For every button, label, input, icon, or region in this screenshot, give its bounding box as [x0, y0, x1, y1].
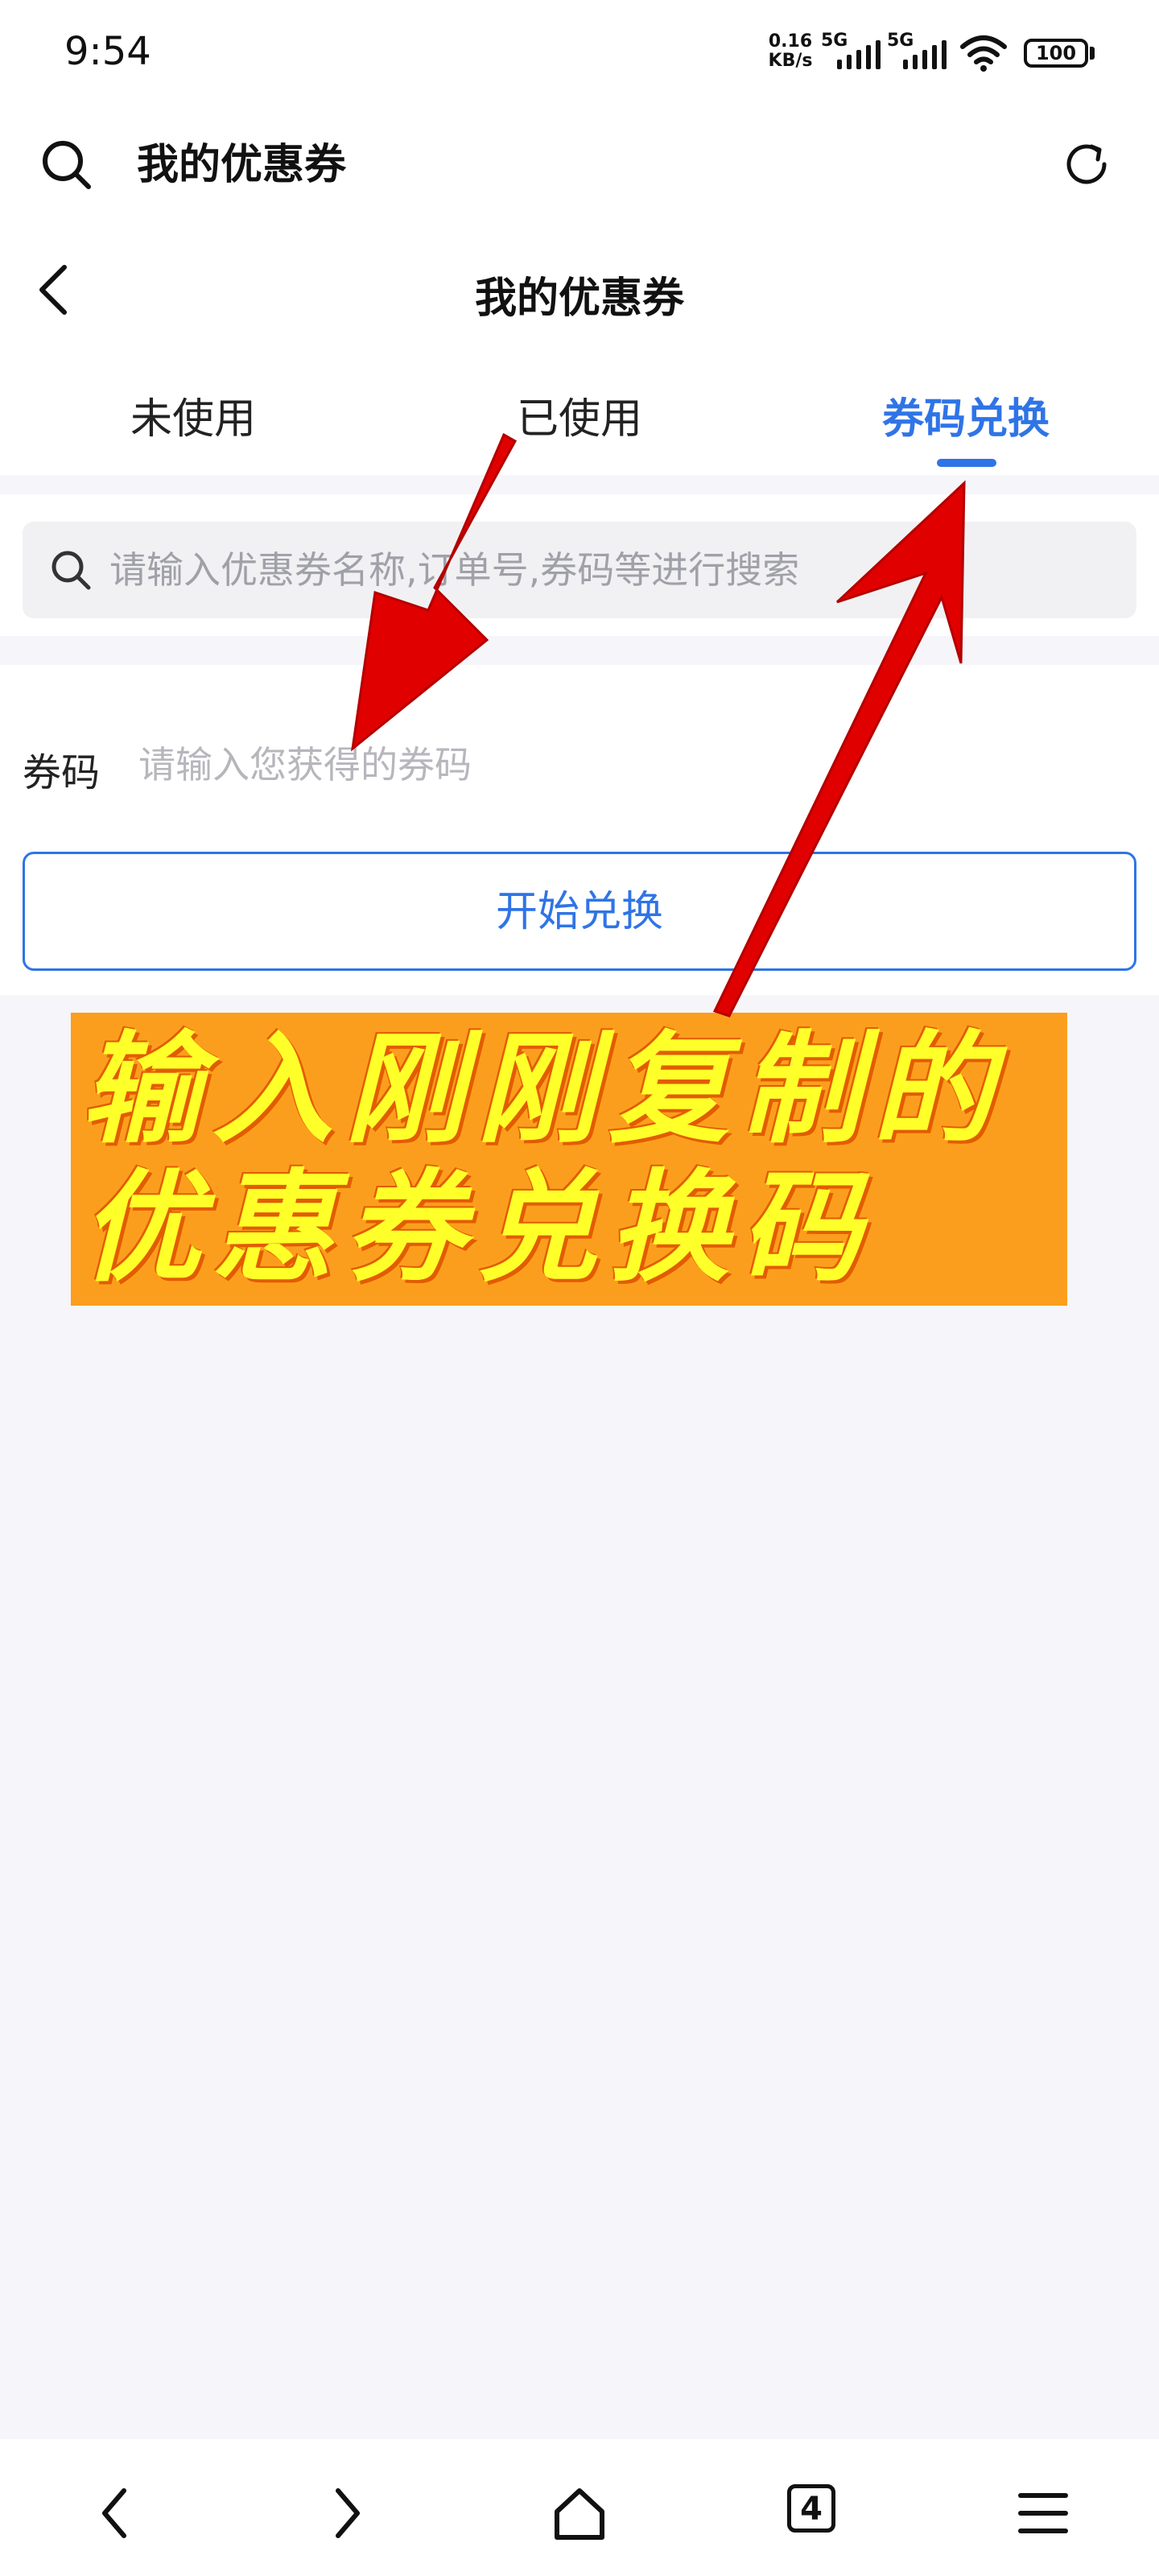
coupon-code-input[interactable]	[138, 733, 943, 797]
code-field-label: 券码	[23, 750, 101, 795]
tab-redeem-code[interactable]: 券码兑换	[853, 385, 1079, 445]
search-icon	[52, 551, 91, 590]
forward-icon[interactable]	[306, 2471, 386, 2552]
search-placeholder: 请输入优惠券名称,订单号,券码等进行搜索	[109, 548, 800, 592]
tab-unused[interactable]: 未使用	[97, 385, 290, 445]
network-speed-value: 0.16	[768, 31, 813, 52]
signal-icon: 5G	[821, 31, 882, 69]
start-redeem-button[interactable]: 开始兑换	[23, 852, 1136, 971]
tab-used[interactable]: 已使用	[483, 385, 676, 445]
page-title: 我的优惠券	[474, 275, 684, 323]
sim2-label: 5G	[887, 31, 914, 51]
refresh-icon[interactable]	[1059, 137, 1116, 193]
network-speed-unit: KB/s	[768, 51, 813, 71]
section-divider	[0, 475, 1159, 494]
battery-tip	[1090, 47, 1095, 60]
back-icon[interactable]	[76, 2471, 156, 2552]
annotation-line-1: 输入刚刚复制的	[80, 1018, 1005, 1160]
search-icon[interactable]	[39, 137, 95, 193]
network-speed: 0.16 KB/s	[765, 32, 816, 71]
wifi-icon	[960, 35, 1007, 72]
browser-page-title[interactable]: 我的优惠券	[137, 137, 346, 193]
sim1-label: 5G	[821, 31, 848, 51]
battery-indicator: 100	[1024, 39, 1088, 68]
annotation-line-2: 优惠券兑换码	[80, 1157, 873, 1298]
signal-icon-2: 5G	[887, 31, 948, 69]
status-time: 9:54	[64, 29, 151, 74]
active-tab-indicator	[937, 459, 996, 467]
home-icon[interactable]	[539, 2471, 620, 2552]
section-divider-2	[0, 636, 1159, 665]
tabs-icon[interactable]: 4	[787, 2484, 835, 2533]
menu-icon[interactable]	[1003, 2471, 1083, 2552]
